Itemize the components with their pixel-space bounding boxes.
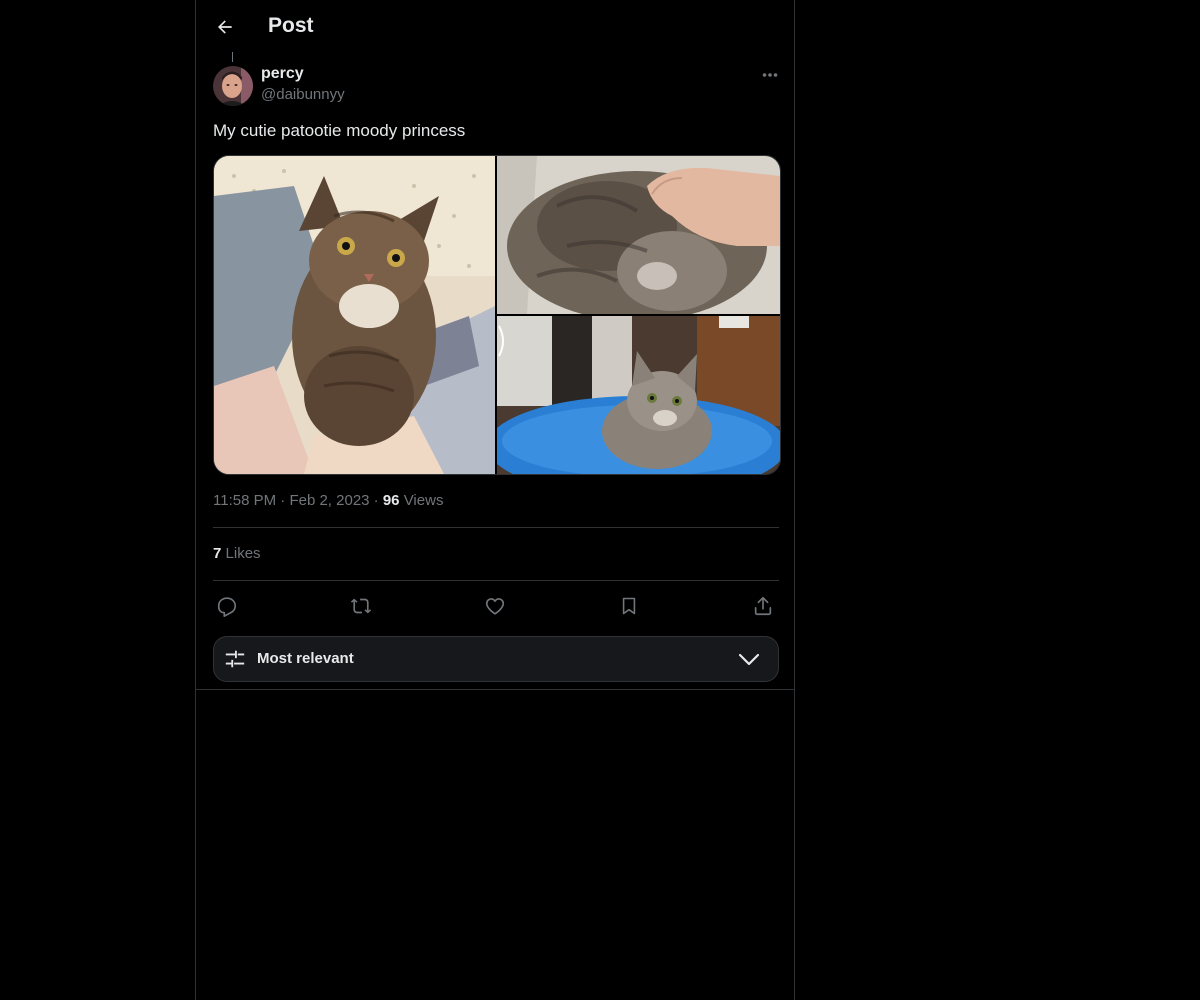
post-meta: 11:58 PM · Feb 2, 2023 · 96 Views bbox=[213, 492, 443, 509]
likes-count: 7 bbox=[213, 545, 222, 562]
likes-label: Likes bbox=[225, 545, 261, 562]
likes-link[interactable]: 7 Likes bbox=[213, 545, 261, 562]
bookmark-icon bbox=[622, 597, 636, 615]
avatar[interactable] bbox=[213, 66, 253, 106]
post-date[interactable]: Feb 2, 2023 bbox=[289, 492, 369, 509]
media-grid bbox=[213, 155, 781, 475]
photo-cat-on-stool[interactable] bbox=[497, 316, 780, 474]
share-button[interactable] bbox=[750, 593, 776, 619]
arrow-left-icon bbox=[218, 20, 232, 34]
chevron-down-icon bbox=[738, 653, 760, 666]
post-column: Post percy @daibunnyy My cutie patootie … bbox=[195, 0, 795, 1000]
user-handle[interactable]: @daibunnyy bbox=[261, 86, 345, 103]
views-label: Views bbox=[403, 492, 444, 509]
divider bbox=[213, 527, 779, 528]
repost-button[interactable] bbox=[348, 593, 374, 619]
thread-line bbox=[232, 52, 233, 62]
more-horizontal-icon bbox=[762, 73, 778, 77]
sort-label: Most relevant bbox=[257, 650, 354, 667]
share-icon bbox=[754, 596, 772, 616]
post-time[interactable]: 11:58 PM bbox=[213, 492, 276, 509]
bookmark-button[interactable] bbox=[616, 593, 642, 619]
section-divider bbox=[196, 689, 794, 690]
post-text: My cutie patootie moody princess bbox=[213, 121, 466, 140]
meta-separator: · bbox=[373, 492, 379, 509]
reply-button[interactable] bbox=[214, 593, 240, 619]
more-button[interactable] bbox=[758, 64, 782, 86]
like-button[interactable] bbox=[482, 593, 508, 619]
views-count: 96 bbox=[382, 492, 400, 509]
photo-cat-on-quilt[interactable] bbox=[214, 156, 495, 474]
divider bbox=[213, 580, 779, 581]
header: Post bbox=[196, 0, 794, 54]
display-name[interactable]: percy bbox=[261, 65, 304, 83]
meta-separator: · bbox=[280, 492, 286, 509]
heart-icon bbox=[485, 598, 505, 615]
photo-cat-petted[interactable] bbox=[497, 156, 780, 314]
page-title: Post bbox=[268, 14, 314, 37]
repost-icon bbox=[350, 598, 372, 614]
back-button[interactable] bbox=[210, 12, 240, 42]
reply-icon bbox=[217, 597, 237, 617]
sort-replies-dropdown[interactable]: Most relevant bbox=[213, 636, 779, 682]
sliders-icon bbox=[225, 650, 245, 668]
